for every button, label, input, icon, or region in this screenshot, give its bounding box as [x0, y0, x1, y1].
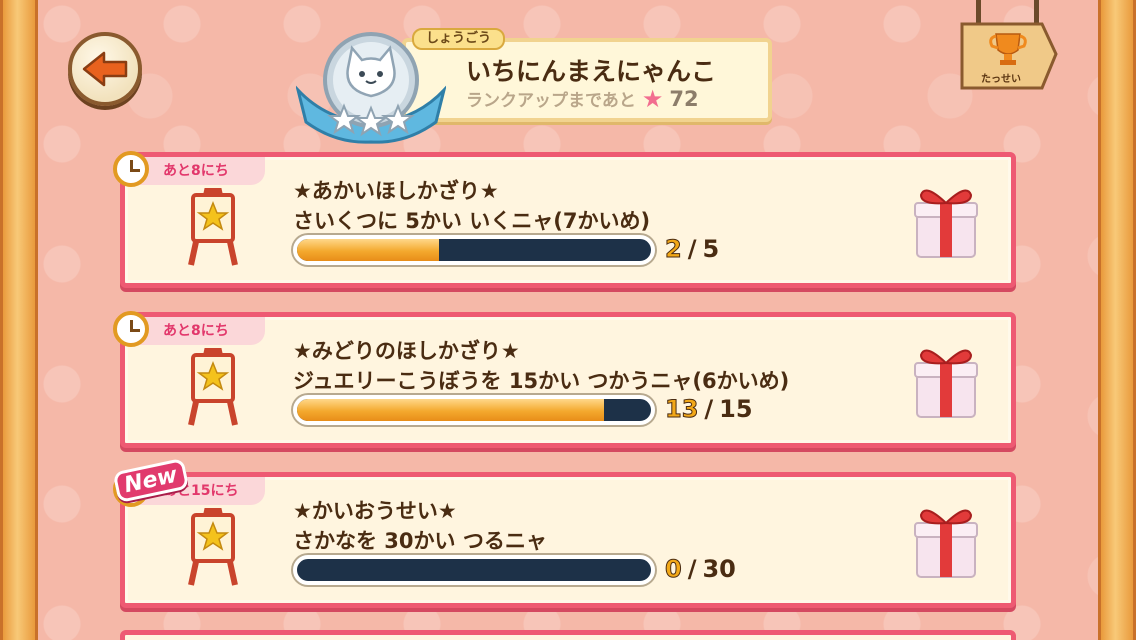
mission-description: ジュエリーこうぼうを 15かい つかうニャ(6かいめ) — [293, 369, 790, 393]
mission-card[interactable]: あと8にち ★あかいほしかざり★ さいくつに 5かい いくニャ(7かいめ) 2 … — [113, 151, 1016, 288]
clock-icon — [113, 151, 149, 187]
progress-total: 5 — [702, 235, 720, 263]
clock-icon — [113, 311, 149, 347]
achievement-label: たっせい — [981, 74, 1021, 85]
cat-medal-icon — [296, 32, 446, 144]
mission-card-partial[interactable] — [120, 630, 1016, 640]
left-arrow-icon — [82, 51, 128, 87]
star-icon: ★ — [641, 84, 664, 113]
title-name: いちにんまえにゃんこ — [466, 57, 717, 86]
gift-icon[interactable] — [911, 181, 981, 261]
mission-title: ★あかいほしかざり★ — [293, 179, 499, 203]
progress-bar — [293, 555, 655, 585]
rank-value: 72 — [669, 86, 699, 111]
progress-count: 0 / 30 — [665, 555, 736, 584]
progress-count: 2 / 5 — [665, 235, 720, 264]
mission-description: さいくつに 5かい いくニャ(7かいめ) — [293, 209, 651, 233]
rank-info: ランクアップまであと ★ 72 — [466, 84, 699, 113]
star-decoration-easel-icon — [188, 508, 238, 586]
mission-card[interactable]: あと8にち ★みどりのほしかざり★ ジュエリーこうぼうを 15かい つかうニャ(… — [113, 311, 1016, 448]
progress-bar — [293, 395, 655, 425]
progress-separator: / — [704, 395, 714, 423]
mission-title: ★みどりのほしかざり★ — [293, 339, 520, 363]
progress-separator: / — [687, 235, 697, 263]
progress-fill — [297, 239, 439, 261]
right-frame — [1098, 0, 1136, 640]
rank-label: ランクアップまであと — [466, 91, 636, 111]
progress-fill — [297, 399, 604, 421]
progress-total: 15 — [719, 395, 753, 423]
progress-current: 13 — [664, 395, 699, 424]
star-decoration-easel-icon — [188, 348, 238, 426]
progress-count: 13 / 15 — [664, 395, 753, 424]
progress-bar — [293, 235, 655, 265]
left-frame — [0, 0, 38, 640]
progress-current: 2 — [665, 235, 683, 264]
progress-current: 0 — [665, 555, 683, 584]
mission-title: ★かいおうせい★ — [293, 499, 457, 523]
mission-card[interactable]: あと15にち New ★かいおうせい★ さかなを 30かい つるニャ 0 / 3… — [112, 457, 1016, 608]
back-button[interactable] — [68, 32, 142, 106]
gift-icon[interactable] — [911, 501, 981, 581]
gift-icon[interactable] — [911, 341, 981, 421]
star-decoration-easel-icon — [188, 188, 238, 266]
progress-total: 30 — [702, 555, 736, 583]
mission-description: さかなを 30かい つるニャ — [293, 529, 547, 553]
progress-separator: / — [687, 555, 697, 583]
